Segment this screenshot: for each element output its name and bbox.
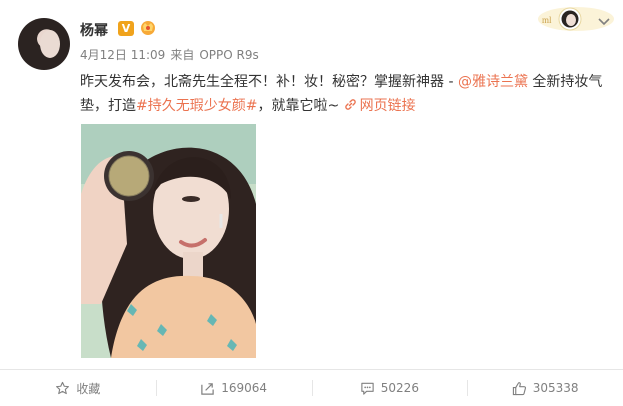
post-meta: 4月12日 11:09 来自 OPPO R9s xyxy=(80,46,264,63)
action-bar: 收藏 169064 50226 305338 xyxy=(0,370,623,406)
link-icon xyxy=(344,99,356,110)
mention-link[interactable]: @雅诗兰黛 xyxy=(458,74,528,90)
post-text-part: ，就靠它啦~ xyxy=(257,98,344,114)
verified-v-icon: V xyxy=(118,21,134,36)
author-avatar[interactable] xyxy=(18,18,70,70)
hashtag-link[interactable]: #持久无瑕少女颜# xyxy=(136,98,257,114)
svg-text:ml: ml xyxy=(542,15,552,25)
comment-button[interactable]: 50226 xyxy=(311,370,468,406)
star-icon xyxy=(56,381,70,394)
post-source[interactable]: OPPO R9s xyxy=(199,48,258,62)
comment-icon xyxy=(361,382,374,395)
like-button[interactable]: 305338 xyxy=(467,370,623,406)
favorite-button[interactable]: 收藏 xyxy=(0,370,156,406)
web-link-label: 网页链接 xyxy=(359,98,416,114)
post-time[interactable]: 4月12日 11:09 xyxy=(80,48,165,62)
thumbs-up-icon xyxy=(512,381,526,395)
repost-count: 169064 xyxy=(221,381,268,395)
favorite-label: 收藏 xyxy=(76,381,101,396)
crown-member-icon[interactable] xyxy=(139,18,157,36)
repost-button[interactable]: 169064 xyxy=(155,370,312,406)
comment-count: 50226 xyxy=(380,381,419,395)
post-text-part: 昨天发布会，北斋先生全程不！补！妆！秘密？掌握新神器 - xyxy=(80,74,458,90)
post-text: 昨天发布会，北斋先生全程不！补！妆！秘密？掌握新神器 - @雅诗兰黛 全新持妆气… xyxy=(80,70,610,118)
chevron-down-icon[interactable] xyxy=(598,18,610,26)
like-count: 305338 xyxy=(532,381,579,395)
author-name[interactable]: 杨幂 xyxy=(80,20,108,40)
post-image[interactable] xyxy=(81,124,256,358)
web-link[interactable]: 网页链接 xyxy=(344,98,416,114)
repost-icon xyxy=(201,382,214,395)
top-right-widget[interactable]: ml xyxy=(532,4,616,34)
source-prefix: 来自 xyxy=(170,48,195,62)
